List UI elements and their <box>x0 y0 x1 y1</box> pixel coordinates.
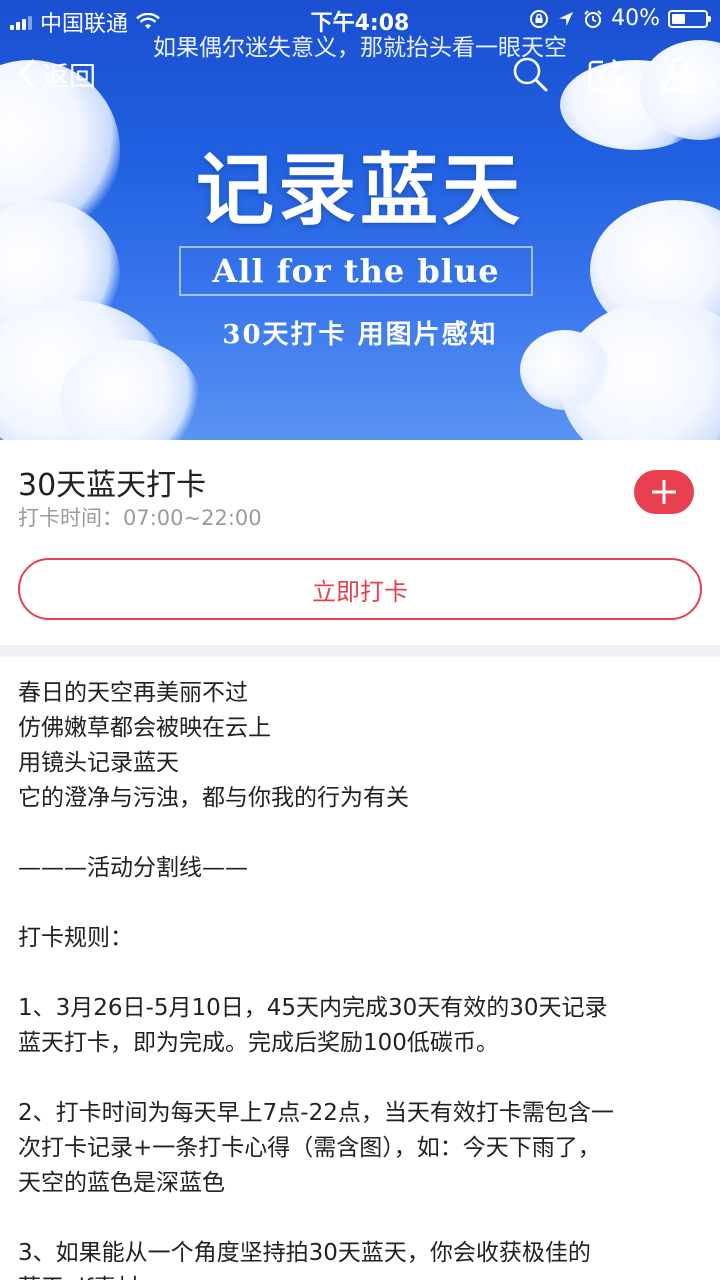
search-icon <box>513 57 548 92</box>
share-icon <box>588 59 622 91</box>
rule-line: 次打卡记录+一条打卡心得（需含图），如：今天下雨了， <box>18 1135 601 1161</box>
rule-line: 1、3月26日-5月10日，45天内完成30天有效的30天记录 <box>18 995 608 1021</box>
banner-subtitle-text: All for the blue <box>212 252 500 290</box>
share-button[interactable] <box>585 54 625 94</box>
separator-line: ———活动分割线—— <box>18 855 248 881</box>
back-label: 返回 <box>42 61 96 93</box>
rule-line: 蓝天打卡，即为完成。完成后奖励100低碳币。 <box>18 1030 499 1056</box>
banner-tagline: 30天打卡 用图片感知 <box>222 320 498 350</box>
intro-line: 春日的天空再美丽不过 <box>18 680 248 706</box>
battery-icon <box>668 9 711 28</box>
checkin-label: 立即打卡 <box>312 577 408 606</box>
intro-line: 用镜头记录蓝天 <box>18 750 179 776</box>
chevron-left-icon <box>19 59 35 89</box>
rule-line: 蓝天gif素材 <box>18 1271 708 1280</box>
activity-description: 春日的天空再美丽不过 仿佛嫩草都会被映在云上 用镜头记录蓝天 它的澄净与污浊，都… <box>18 676 708 1280</box>
checkin-time: 打卡时间：07:00~22:00 <box>18 506 262 530</box>
rule-line: 2、打卡时间为每天早上7点-22点，当天有效打卡需包含一 <box>18 1100 614 1126</box>
battery-level <box>672 13 685 24</box>
rotation-lock-icon <box>530 9 549 28</box>
banner-subtitle: All for the blue <box>179 246 533 296</box>
profile-button[interactable] <box>660 54 700 94</box>
banner-title: 记录蓝天 <box>195 145 524 236</box>
rules-heading: 打卡规则： <box>18 925 133 951</box>
rule-line: 天空的蓝色是深蓝色 <box>18 1170 225 1196</box>
intro-line: 它的澄净与污浊，都与你我的行为有关 <box>18 785 409 811</box>
banner-image: 中国联通 下午4:08 40% 如果偶尔迷失意义，那就抬头看一眼天空 返回 记录… <box>0 0 720 440</box>
rule-line: 3、如果能从一个角度坚持拍30天蓝天，你会收获极佳的 <box>18 1240 591 1266</box>
intro-line: 仿佛嫩草都会被映在云上 <box>18 715 271 741</box>
add-button[interactable] <box>634 470 694 514</box>
search-button[interactable] <box>510 54 550 94</box>
checkin-button[interactable]: 立即打卡 <box>18 558 702 620</box>
activity-title: 30天蓝天打卡 <box>18 468 207 503</box>
location-icon <box>559 11 574 26</box>
activity-info: 30天蓝天打卡 打卡时间：07:00~22:00 立即打卡 <box>0 440 720 645</box>
section-divider <box>0 645 720 657</box>
alarm-icon <box>584 9 602 28</box>
back-button[interactable]: 返回 <box>18 54 96 94</box>
profile-icon <box>662 57 698 92</box>
